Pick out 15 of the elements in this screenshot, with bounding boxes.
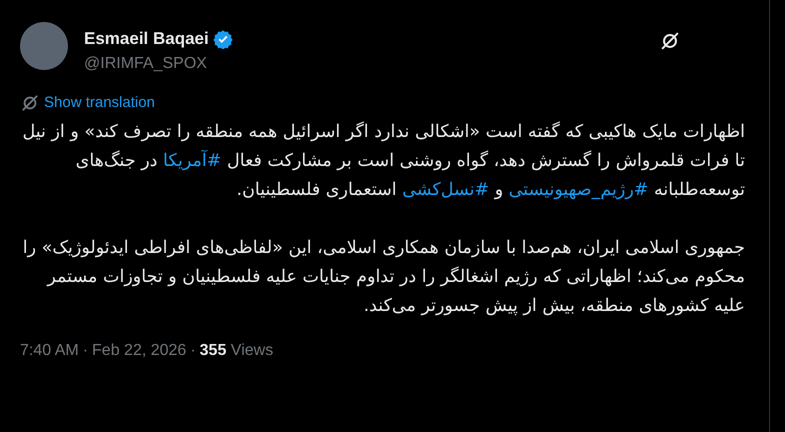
translate-icon (20, 92, 40, 113)
tweet-date-link[interactable]: Feb 22, 2026 (92, 339, 186, 363)
tweet-time-link[interactable]: 7:40 AM (20, 339, 79, 363)
tweet-text: جمهوری اسلامی ایران، هم‌صدا با سازمان همکاری اسلامی، این «لفاظی‌های افراطی ایدئولوژیک» را محکوم می‌کند؛ اظهاراتی که رژیم اشغالگر را در تداوم جنایات علیه فلسطینیان و تجاوزات مستمر علیه کشورهای منطقه، بیش از پیش جسورتر می‌کند. (22, 237, 746, 318)
show-translation-link[interactable]: Show translation (44, 92, 155, 114)
hashtag-link[interactable]: #رژیم_صهیونیستی (508, 180, 648, 200)
author-handle[interactable]: @IRIMFA_SPOX (84, 52, 233, 76)
avatar-circle[interactable] (20, 22, 68, 70)
tweet-text: اظهارات مایک هاکیبی که گفته است «اشکالی ندارد اگر اسرائیل همه منطقه را تصرف کند» و از نیل تا فرات قلمرواش را گسترش دهد، گواه روشنی است بر مشارکت فعال #آمریکا در جنگ‌های توسعه‌طلبانه #رژیم_صهیونیستی و #نسل‌کشی استعماری فلسطینیان. (22, 120, 746, 202)
hashtag-link[interactable]: #نسل‌کشی (402, 180, 490, 200)
author-name[interactable]: Esmaeil Baqaei (84, 26, 209, 52)
separator-dot: · (82, 341, 88, 361)
view-count: 355 Views (200, 341, 274, 361)
hashtag-link[interactable]: #آمریکا (163, 151, 222, 171)
separator-dot: · (190, 341, 196, 361)
